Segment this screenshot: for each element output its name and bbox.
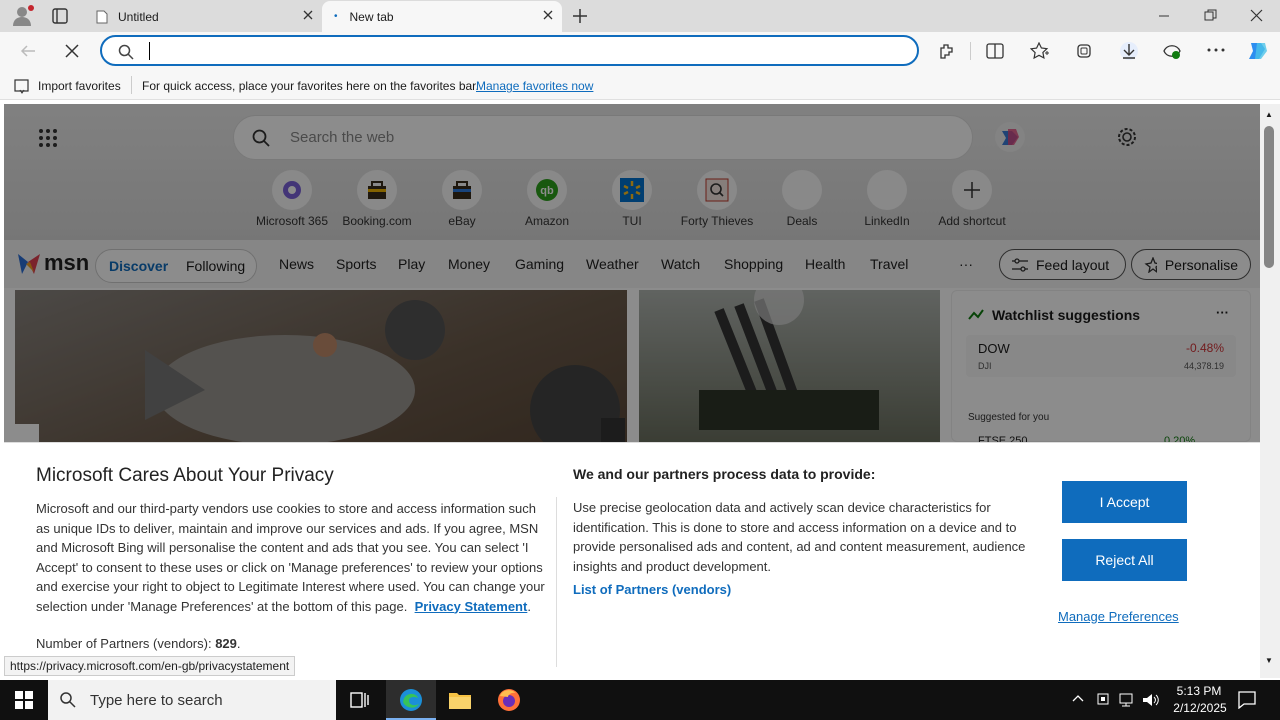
manage-preferences-link[interactable]: Manage Preferences xyxy=(1058,609,1179,624)
accept-button[interactable]: I Accept xyxy=(1062,481,1187,523)
edge-browser-icon xyxy=(399,688,423,712)
firefox-icon[interactable] xyxy=(497,688,521,712)
close-icon[interactable] xyxy=(302,9,314,21)
modal-backdrop xyxy=(4,104,1260,442)
privacy-title: Microsoft Cares About Your Privacy xyxy=(36,465,334,486)
process-body: Use precise geolocation data and activel… xyxy=(573,500,1026,574)
reject-all-button[interactable]: Reject All xyxy=(1062,539,1187,581)
notifications-icon[interactable] xyxy=(1238,691,1256,709)
tab-actions-icon[interactable] xyxy=(52,8,68,24)
partners-list-link[interactable]: List of Partners (vendors) xyxy=(573,582,731,597)
privacy-body: Microsoft and our third-party vendors us… xyxy=(36,501,545,614)
taskbar-date[interactable]: 2/12/2025 xyxy=(1169,701,1231,715)
close-icon[interactable] xyxy=(542,9,554,21)
dialog-divider xyxy=(556,497,557,667)
process-title: We and our partners process data to prov… xyxy=(573,466,876,482)
scroll-down-icon[interactable]: ▼ xyxy=(1265,656,1273,665)
search-icon xyxy=(60,692,76,708)
import-favorites-icon xyxy=(14,78,32,94)
tray-chevron-up-icon[interactable] xyxy=(1072,694,1084,702)
taskbar-time[interactable]: 5:13 PM xyxy=(1174,684,1224,698)
page-icon xyxy=(96,10,108,24)
page-scrollbar[interactable]: ▲ ▼ xyxy=(1260,104,1280,678)
file-explorer-icon[interactable] xyxy=(448,689,472,711)
privacy-statement-link[interactable]: Privacy Statement xyxy=(415,599,528,614)
extensions-icon[interactable] xyxy=(938,42,956,60)
split-screen-icon[interactable] xyxy=(986,42,1004,60)
search-icon xyxy=(118,44,134,60)
copilot-icon[interactable] xyxy=(1245,39,1271,63)
downloads-icon[interactable] xyxy=(1118,40,1140,62)
back-arrow-icon[interactable] xyxy=(20,43,36,59)
favorites-message: For quick access, place your favorites h… xyxy=(142,79,479,93)
partners-count-line: Number of Partners (vendors): 829. xyxy=(36,636,241,651)
taskbar: Type here to search 5:13 PM 2/12/2025 xyxy=(0,680,1280,720)
status-url-tooltip: https://privacy.microsoft.com/en-gb/priv… xyxy=(4,656,296,676)
privacy-consent-dialog: Microsoft Cares About Your Privacy Micro… xyxy=(4,442,1260,678)
performance-icon[interactable] xyxy=(1162,42,1182,60)
tab-label: Untitled xyxy=(118,9,159,24)
profile-icon[interactable] xyxy=(12,4,34,28)
volume-icon[interactable] xyxy=(1142,692,1160,708)
favorites-star-icon[interactable] xyxy=(1030,42,1050,60)
taskbar-edge[interactable] xyxy=(386,680,436,720)
tab-label: New tab xyxy=(349,9,394,24)
tab-new-tab[interactable]: • New tab xyxy=(322,1,562,32)
taskbar-search[interactable]: Type here to search xyxy=(48,680,336,720)
scroll-up-icon[interactable]: ▲ xyxy=(1265,110,1273,119)
minimize-icon[interactable] xyxy=(1158,10,1170,22)
tab-untitled[interactable]: Untitled xyxy=(84,1,322,32)
meet-icon[interactable] xyxy=(1096,692,1110,708)
address-bar[interactable] xyxy=(100,35,919,66)
more-menu-icon[interactable] xyxy=(1207,48,1225,52)
import-favorites-button[interactable]: Import favorites xyxy=(38,79,121,93)
window-close-icon[interactable] xyxy=(1250,9,1263,22)
loading-dot-icon: • xyxy=(334,11,338,22)
collections-icon[interactable] xyxy=(1075,42,1093,60)
scroll-thumb[interactable] xyxy=(1264,126,1274,268)
favorites-bar: Import favorites For quick access, place… xyxy=(0,72,1280,100)
manage-favorites-link[interactable]: Manage favorites now xyxy=(476,79,593,93)
toolbar-divider xyxy=(970,42,971,60)
favbar-divider xyxy=(131,76,132,94)
restore-icon[interactable] xyxy=(1204,9,1217,22)
windows-start-icon[interactable] xyxy=(15,691,33,709)
task-view-icon[interactable] xyxy=(350,691,370,709)
new-tab-plus-icon[interactable] xyxy=(572,8,588,24)
stop-loading-icon[interactable] xyxy=(64,43,80,59)
network-icon[interactable] xyxy=(1118,692,1136,708)
text-cursor xyxy=(149,42,150,60)
